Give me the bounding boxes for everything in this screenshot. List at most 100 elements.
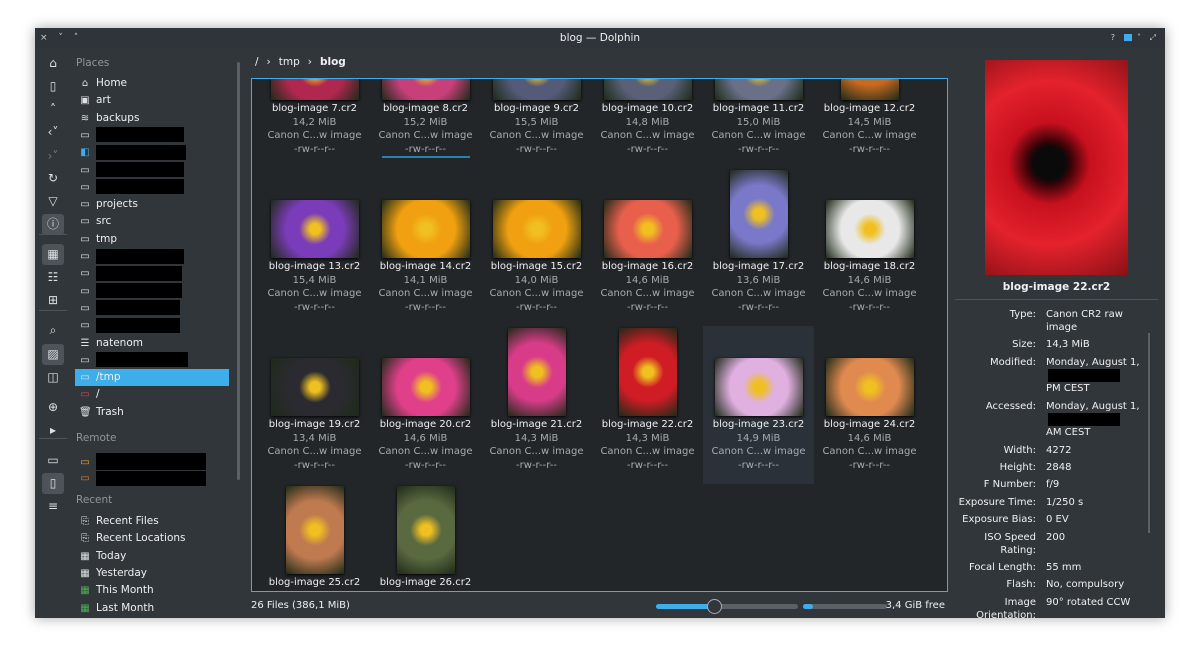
back-icon[interactable]: ‹˅ [42, 122, 64, 143]
remote-item[interactable]: ▭ [75, 470, 229, 487]
file-item[interactable]: blog-image 22.cr2 14,3 MiB Canon C...w ima… [592, 326, 703, 484]
places-item-projects[interactable]: ▭ projects [75, 196, 229, 213]
new-folder-icon[interactable]: ⊕ [42, 397, 64, 418]
places-item-natenom[interactable]: ☰ natenom [75, 335, 229, 352]
help-icon[interactable]: ? [1111, 33, 1118, 42]
file-name: blog-image 9.cr2 [493, 103, 580, 114]
file-item[interactable]: blog-image 16.cr2 14,6 MiB Canon C...w ima… [592, 168, 703, 326]
file-permissions: -rw-r--r-- [738, 459, 779, 471]
zoom-slider-handle[interactable] [707, 599, 723, 614]
file-type: Canon C...w image [267, 446, 362, 457]
search-icon[interactable]: ⌕ [42, 320, 64, 341]
preview-icon[interactable]: ▨ [42, 344, 64, 365]
file-item[interactable]: blog-image 17.cr2 13,6 MiB Canon C...w ima… [703, 168, 814, 326]
breadcrumb-item[interactable]: / [255, 56, 259, 68]
file-item[interactable]: blog-image 24.cr2 14,6 MiB Canon C...w ima… [814, 326, 925, 484]
property-value: Canon CR2 raw image [1046, 308, 1141, 334]
file-item[interactable]: blog-image 21.cr2 14,3 MiB Canon C...w ima… [481, 326, 592, 484]
folder-icon: ▭ [80, 181, 90, 193]
places-item[interactable]: ▭ [75, 179, 229, 196]
file-item[interactable]: blog-image 26.cr2 [370, 484, 481, 591]
places-item[interactable]: ▭ [75, 317, 229, 334]
places-item-tmp[interactable]: ▭ tmp [75, 231, 229, 248]
file-item[interactable]: blog-image 20.cr2 14,6 MiB Canon C...w ima… [370, 326, 481, 484]
details-view-icon[interactable]: ☷ [42, 267, 64, 288]
places-item[interactable]: ▭ [75, 162, 229, 179]
divider [955, 299, 1158, 300]
file-item[interactable]: blog-image 11.cr2 15,0 MiB Canon C...w ima… [703, 79, 814, 168]
up-icon[interactable]: ˄ [42, 99, 64, 120]
thumbnail-container [481, 326, 592, 416]
file-item[interactable]: blog-image 14.cr2 14,1 MiB Canon C...w ima… [370, 168, 481, 326]
zoom-slider[interactable] [656, 599, 798, 614]
reload-icon[interactable]: ↻ [42, 168, 64, 189]
keep-above-icon[interactable] [1123, 34, 1132, 41]
recent-item[interactable]: ⎘ Recent Files [75, 513, 229, 530]
breadcrumb-item[interactable]: blog [320, 56, 346, 68]
thumbnail [603, 200, 692, 258]
file-permissions: -rw-r--r-- [849, 459, 890, 471]
bookmark-icon[interactable]: ▯ [42, 76, 64, 97]
file-item[interactable]: blog-image 25.cr2 [259, 484, 370, 591]
file-item[interactable]: blog-image 23.cr2 14,9 MiB Canon C...w ima… [703, 326, 814, 484]
recent-item[interactable]: ▦ This Month [75, 582, 229, 599]
file-type: Canon C...w image [600, 446, 695, 457]
places-item-Trash[interactable]: 🗑 Trash [75, 404, 229, 421]
file-item[interactable]: blog-image 8.cr2 15,2 MiB Canon C...w imag… [370, 79, 481, 168]
places-item[interactable]: ▭ [75, 127, 229, 144]
places-item[interactable]: ◧ [75, 144, 229, 161]
home-icon[interactable]: ⌂ [42, 53, 64, 74]
menu-icon[interactable]: ≡ [42, 496, 64, 517]
split-icon[interactable]: ◫ [42, 367, 64, 388]
file-size: 14,0 MiB [514, 274, 559, 286]
tree-view-icon[interactable]: ⊞ [42, 290, 64, 311]
places-item[interactable]: ▭ [75, 265, 229, 282]
toolbar-separator [39, 234, 67, 235]
redacted-label [96, 352, 188, 368]
property-value: Monday, August 1, AM CEST [1046, 400, 1141, 440]
window-controls-right[interactable]: ? ˄ ⤢ [1111, 28, 1159, 48]
window-controls-left[interactable]: × ˅ ˄ [40, 28, 82, 48]
property-value-text: 14,3 MiB [1046, 339, 1090, 351]
filter-icon[interactable]: ▽ [42, 191, 64, 212]
forward-icon[interactable]: ›˅ [42, 146, 64, 167]
places-item-[interactable]: ▭ / [75, 386, 229, 403]
file-type: Canon C...w image [600, 130, 695, 141]
places-item[interactable]: ▭ [75, 248, 229, 265]
places-item-label: Home [96, 77, 128, 89]
thumbnail-container [370, 484, 481, 574]
places-item-label: backups [96, 111, 140, 124]
file-item[interactable]: blog-image 18.cr2 14,6 MiB Canon C...w ima… [814, 168, 925, 326]
places-item[interactable]: ▭ [75, 300, 229, 317]
places-scrollbar[interactable] [237, 62, 240, 480]
file-item[interactable]: blog-image 15.cr2 14,0 MiB Canon C...w ima… [481, 168, 592, 326]
recent-item[interactable]: ⎘ Recent Locations [75, 530, 229, 547]
places-item-art[interactable]: ▣ art [75, 92, 229, 109]
places-item-tmp[interactable]: ▭ /tmp [75, 369, 229, 387]
file-item[interactable]: blog-image 9.cr2 15,5 MiB Canon C...w imag… [481, 79, 592, 168]
file-item[interactable]: blog-image 19.cr2 13,4 MiB Canon C...w ima… [259, 326, 370, 484]
remote-item[interactable]: ▭ [75, 453, 229, 470]
property-row: Size: 14,3 MiB [955, 338, 1155, 351]
icons-view-icon[interactable]: ▦ [42, 244, 64, 265]
recent-item[interactable]: ▦ Last Month [75, 600, 229, 617]
breadcrumb-item[interactable]: tmp [279, 56, 300, 68]
property-row: Modified: Monday, August 1, PM CEST [955, 356, 1155, 396]
places-item-Home[interactable]: ⌂ Home [75, 75, 229, 92]
places-item-backups[interactable]: ≋ backups [75, 110, 229, 127]
file-item[interactable]: blog-image 10.cr2 14,8 MiB Canon C...w ima… [592, 79, 703, 168]
file-view[interactable]: blog-image 7.cr2 14,2 MiB Canon C...w imag… [251, 78, 948, 592]
info-panel-icon[interactable]: ⓘ [42, 214, 64, 235]
property-value-text: 200 [1046, 531, 1066, 543]
places-item-src[interactable]: ▭ src [75, 213, 229, 230]
file-item[interactable]: blog-image 13.cr2 15,4 MiB Canon C...w ima… [259, 168, 370, 326]
recent-item[interactable]: ▦ Today [75, 548, 229, 565]
info-scrollbar[interactable] [1148, 333, 1150, 533]
places-item[interactable]: ▭ [75, 283, 229, 300]
file-item[interactable]: blog-image 12.cr2 14,5 MiB Canon C...w ima… [814, 79, 925, 168]
recent-item[interactable]: ▦ Yesterday [75, 565, 229, 582]
file-item[interactable]: blog-image 7.cr2 14,2 MiB Canon C...w imag… [259, 79, 370, 168]
places-item[interactable]: ▭ [75, 352, 229, 369]
folder-icon[interactable]: ▭ [42, 450, 64, 471]
places-icon[interactable]: ▯ [42, 473, 64, 494]
